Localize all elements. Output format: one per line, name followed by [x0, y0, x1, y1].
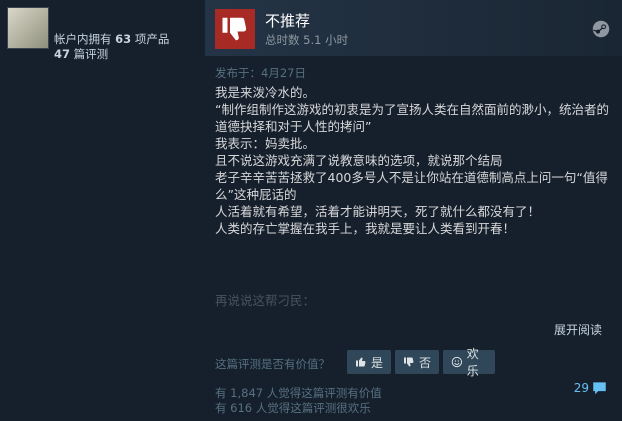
helpful-count: 有 1,847 人觉得这篇评测有价值: [215, 386, 382, 400]
review-paragraph: 老子辛辛苦苦拯救了400多号人不是让你站在道德制高点上问一句“值得么”这种屁话的: [215, 170, 608, 202]
vote-funny-label: 欢乐: [466, 347, 479, 378]
playtime-hours: 总时数 5.1 小时: [265, 33, 349, 47]
thumbs-up-icon: [355, 357, 366, 367]
review-paragraph: 人类的存亡掌握在我手上，我就是要让人类看到开春！: [215, 221, 516, 236]
thumbs-down-icon: [215, 9, 255, 49]
review-paragraph: 我是来泼冷水的。: [215, 85, 316, 100]
thumbs-down-icon: [403, 357, 414, 367]
review-body: 我是来泼冷水的。 “制作组制作这游戏的初衷是为了宣扬人类在自然面前的渺小，统治者…: [215, 84, 610, 237]
funny-count: 有 616 人觉得这篇评测很欢乐: [215, 401, 371, 415]
products-owned-count: 63: [115, 32, 132, 46]
faded-preview-line: 再说说这帮刁民：: [215, 293, 316, 308]
review-paragraph: “制作组制作这游戏的初衷是为了宣扬人类在自然面前的渺小，统治者的道德抉择和对于人…: [215, 102, 609, 134]
vote-yes-button[interactable]: 是: [347, 350, 391, 374]
reviewer-panel: 帐户内拥有 63 项产品 47 篇评测: [0, 0, 205, 421]
review-header: 不推荐 总时数 5.1 小时: [205, 0, 622, 56]
vote-no-button[interactable]: 否: [395, 350, 439, 374]
expand-review-link[interactable]: 展开阅读: [554, 321, 602, 338]
speech-bubble-icon: [593, 382, 606, 395]
posted-date: 发布于：4月27日: [215, 66, 306, 80]
smiley-icon: [451, 356, 463, 368]
products-owned-suffix: 项产品: [131, 32, 170, 46]
steam-icon: [592, 20, 610, 38]
review-paragraph: 且不说这游戏充满了说教意味的选项，就说那个结局: [215, 153, 503, 168]
review-panel: 不推荐 总时数 5.1 小时 发布于：4月27日 我是来泼冷水的。 “制作组制作…: [205, 0, 622, 421]
comments-link[interactable]: 29: [574, 381, 607, 395]
review-count-suffix: 篇评测: [70, 47, 109, 61]
products-owned[interactable]: 帐户内拥有 63 项产品: [54, 31, 169, 47]
avatar[interactable]: [7, 7, 49, 49]
review-paragraph: 人活着就有希望，活着才能讲明天，死了就什么都没有了！: [215, 204, 541, 219]
products-owned-prefix: 帐户内拥有: [54, 32, 116, 46]
review-count-number: 47: [54, 47, 71, 61]
vote-funny-button[interactable]: 欢乐: [443, 347, 495, 378]
review-paragraph: 我表示：妈卖批。: [215, 136, 316, 151]
comment-count: 29: [573, 381, 589, 395]
vote-yes-label: 是: [370, 355, 383, 370]
review-verdict[interactable]: 不推荐: [265, 10, 310, 31]
vote-no-label: 否: [418, 355, 431, 370]
review-count[interactable]: 47 篇评测: [54, 46, 108, 62]
helpful-question: 这篇评测是否有价值？: [215, 357, 330, 371]
